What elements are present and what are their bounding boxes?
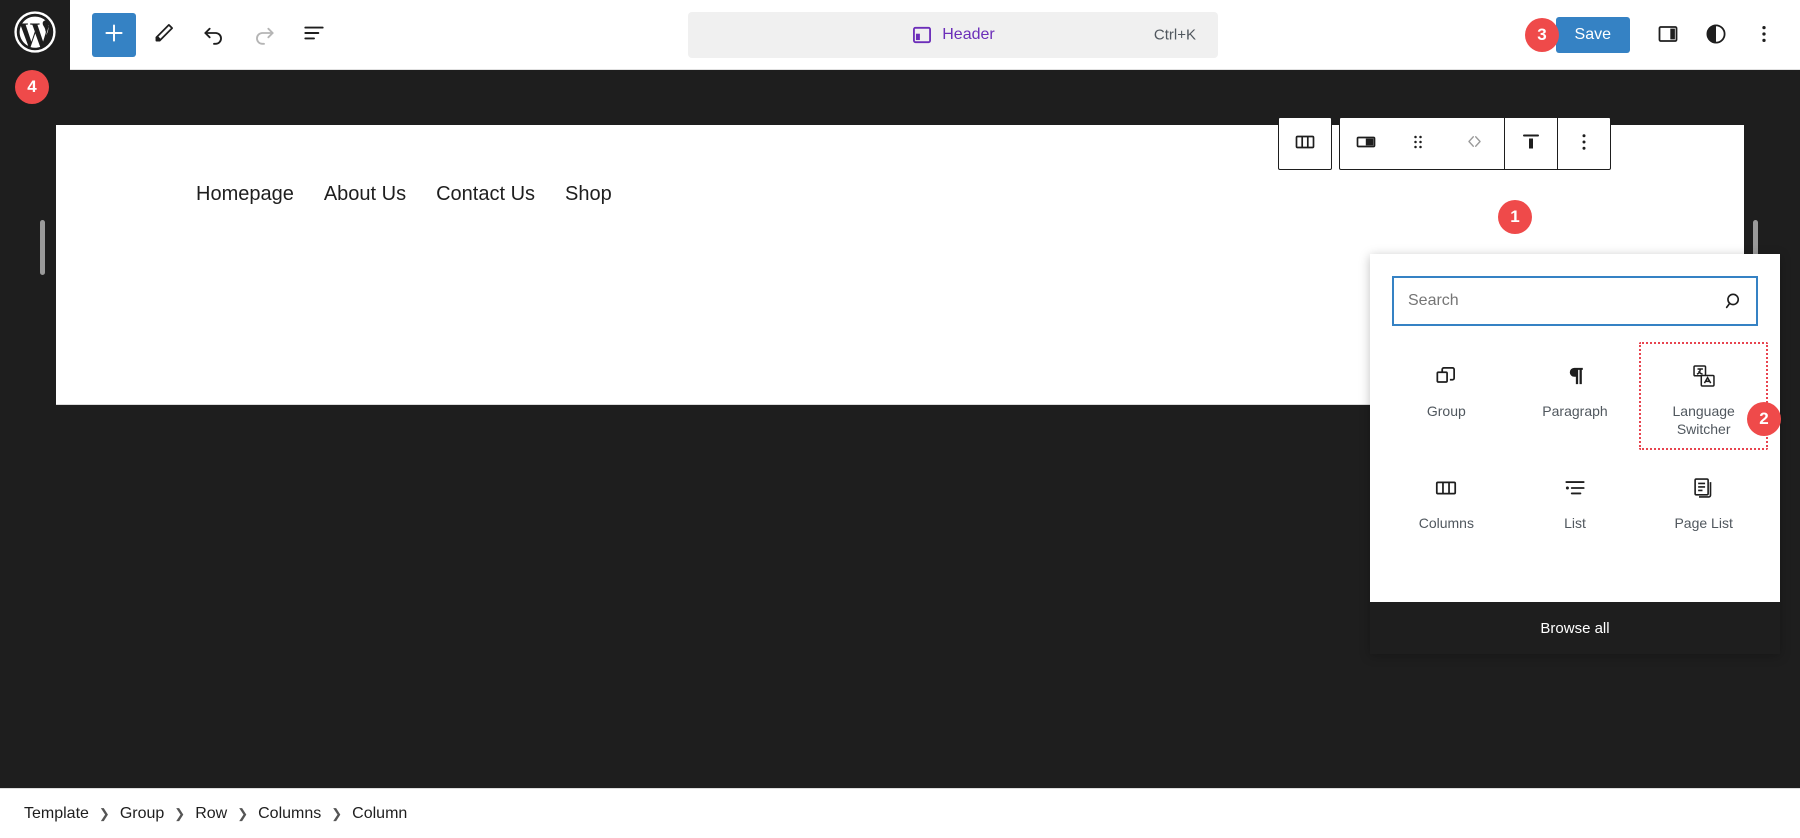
drag-handle[interactable]	[1392, 118, 1444, 169]
breadcrumb-separator: ❯	[174, 805, 186, 821]
three-dots-vertical-icon	[1572, 130, 1596, 157]
block-tile-label: Language Switcher	[1672, 403, 1735, 437]
settings-sidebar-toggle[interactable]	[1646, 13, 1690, 57]
change-block-type-button[interactable]	[1340, 118, 1392, 169]
columns-icon	[1293, 130, 1317, 157]
block-tile-label: Group	[1426, 403, 1466, 419]
options-menu-button[interactable]	[1742, 13, 1786, 57]
top-bar-right-actions: Save	[1555, 0, 1786, 70]
block-tile-columns[interactable]: Columns	[1382, 454, 1511, 550]
browse-all-button[interactable]: Browse all	[1370, 602, 1780, 654]
breadcrumb-item-column[interactable]: Column	[352, 805, 407, 823]
select-parent-group	[1278, 117, 1332, 170]
redo-button[interactable]	[242, 13, 286, 57]
bullet-list-icon	[1562, 472, 1588, 504]
block-tile-list[interactable]: List	[1511, 454, 1640, 550]
document-overview-button[interactable]	[292, 13, 336, 57]
block-tile-page-list[interactable]: Page List	[1639, 454, 1768, 550]
block-tile-language-switcher[interactable]: Language Switcher	[1639, 342, 1768, 450]
nav-item-shop[interactable]: Shop	[565, 183, 612, 206]
breadcrumb-item-columns[interactable]: Columns	[258, 805, 321, 823]
search-input[interactable]	[1394, 278, 1712, 324]
left-resize-handle[interactable]	[40, 220, 45, 275]
wordpress-site-editor: Header Ctrl+K Save Homepage About Us Con…	[0, 0, 1800, 838]
align-top-icon	[1519, 130, 1543, 157]
vertical-align-button[interactable]	[1505, 118, 1557, 169]
block-tile-paragraph[interactable]: Paragraph	[1511, 342, 1640, 450]
inserter-search-wrap	[1370, 254, 1780, 342]
search-magnifier-icon[interactable]	[1712, 278, 1756, 324]
columns-icon	[1433, 472, 1459, 504]
language-translate-icon	[1691, 360, 1717, 392]
column-block-icon	[1354, 130, 1378, 157]
plus-icon	[101, 20, 127, 49]
sidebar-panel-icon	[1656, 22, 1680, 49]
breadcrumb-separator: ❯	[237, 805, 249, 821]
block-tile-label: Columns	[1418, 515, 1474, 531]
list-view-icon	[301, 20, 327, 49]
command-center-button[interactable]: Header Ctrl+K	[688, 12, 1218, 58]
nav-item-about-us[interactable]: About Us	[324, 183, 406, 206]
wordpress-logo-button[interactable]	[0, 0, 70, 70]
annotation-badge-4: 4	[15, 70, 49, 104]
block-options-button[interactable]	[1558, 118, 1610, 169]
page-list-icon	[1691, 472, 1717, 504]
annotation-badge-2: 2	[1747, 402, 1781, 436]
block-toolbar	[1278, 117, 1611, 170]
breadcrumb: Template ❯ Group ❯ Row ❯ Columns ❯ Colum…	[0, 788, 1800, 838]
redo-arrow-icon	[251, 20, 277, 49]
site-navigation-block[interactable]: Homepage About Us Contact Us Shop	[196, 183, 612, 206]
undo-button[interactable]	[192, 13, 236, 57]
header-template-icon	[911, 24, 933, 46]
annotation-badge-1: 1	[1498, 200, 1532, 234]
nav-item-contact-us[interactable]: Contact Us	[436, 183, 535, 206]
breadcrumb-item-row[interactable]: Row	[195, 805, 227, 823]
paragraph-pilcrow-icon	[1562, 360, 1588, 392]
top-bar-tools	[70, 12, 336, 57]
wordpress-logo-icon	[13, 10, 57, 59]
block-tile-label: List	[1564, 515, 1586, 531]
breadcrumb-item-group[interactable]: Group	[120, 805, 164, 823]
search-box[interactable]	[1392, 276, 1758, 326]
edit-tool-button[interactable]	[142, 13, 186, 57]
select-parent-columns-button[interactable]	[1279, 118, 1331, 169]
move-arrows[interactable]	[1444, 132, 1504, 156]
drag-dots-icon	[1406, 130, 1430, 157]
block-inserter-button[interactable]	[92, 12, 136, 57]
command-center-shortcut: Ctrl+K	[1153, 26, 1196, 44]
editor-canvas: Homepage About Us Contact Us Shop Search…	[0, 70, 1800, 788]
breadcrumb-item-template[interactable]: Template	[24, 805, 89, 823]
save-button[interactable]: Save	[1555, 17, 1630, 53]
undo-arrow-icon	[201, 20, 227, 49]
quick-inserter-popup: Group Paragraph	[1370, 254, 1780, 654]
three-dots-vertical-icon	[1752, 22, 1776, 49]
block-tile-label: Page List	[1674, 515, 1733, 531]
command-center-inner: Header	[911, 24, 995, 46]
chevron-left-right-icon	[1465, 132, 1484, 156]
block-tile-label: Paragraph	[1542, 403, 1608, 419]
breadcrumb-separator: ❯	[331, 805, 343, 821]
command-center-label: Header	[942, 26, 995, 43]
styles-toggle[interactable]	[1694, 13, 1738, 57]
block-toolbar-main-group	[1339, 117, 1611, 170]
nav-item-homepage[interactable]: Homepage	[196, 183, 294, 206]
block-tile-group[interactable]: Group	[1382, 342, 1511, 450]
contrast-circle-icon	[1704, 22, 1728, 49]
group-blocks-icon	[1433, 360, 1459, 392]
annotation-badge-3: 3	[1525, 18, 1559, 52]
breadcrumb-separator: ❯	[98, 805, 110, 821]
block-type-grid: Group Paragraph Language Switcher Column…	[1370, 342, 1780, 568]
pencil-icon	[151, 20, 177, 49]
